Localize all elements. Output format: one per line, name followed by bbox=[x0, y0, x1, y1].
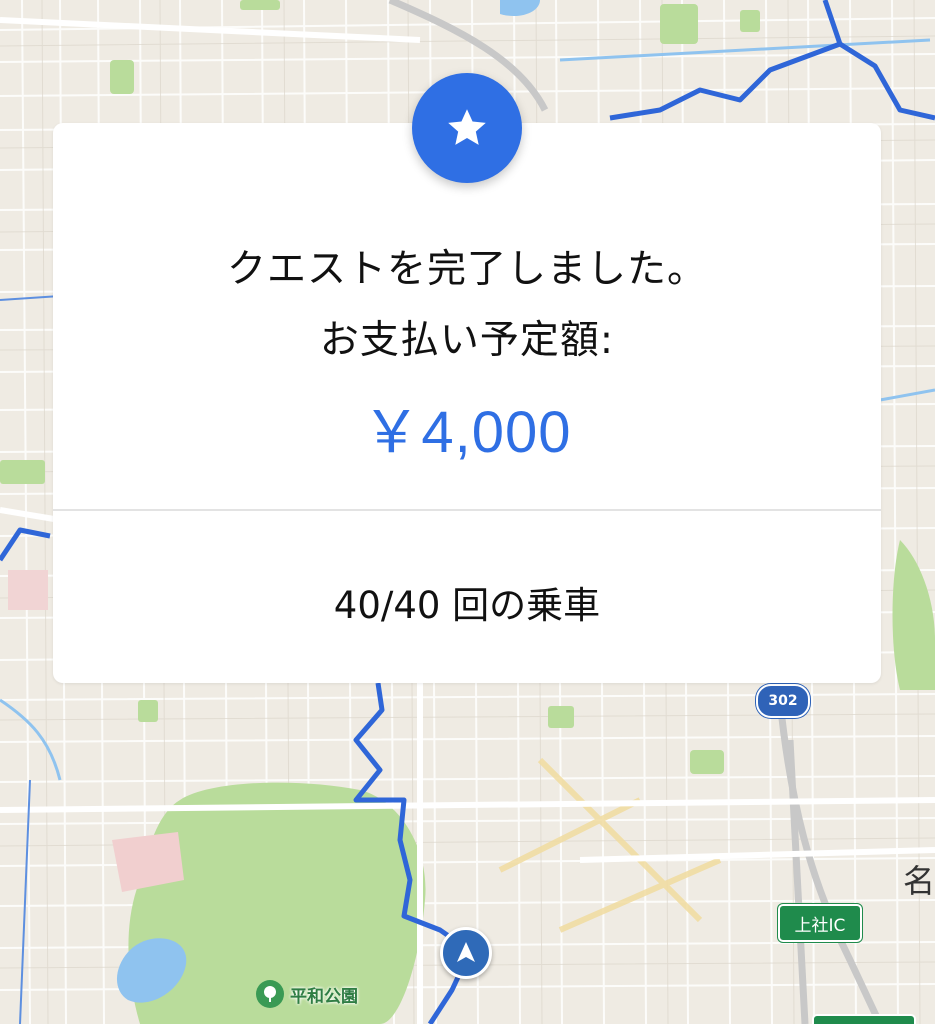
payment-amount: ￥4,000 bbox=[362, 400, 572, 465]
ride-count: 40/40 回の乗車 bbox=[333, 584, 601, 627]
interchange-sign: 上社IC bbox=[778, 904, 862, 942]
park-name: 平和公園 bbox=[290, 986, 358, 1007]
dialog-divider bbox=[53, 509, 881, 511]
navigation-arrow-icon bbox=[457, 942, 475, 962]
quest-badge bbox=[412, 73, 522, 183]
route-302-shield: 302 bbox=[756, 684, 810, 718]
dialog-title-line-2: お支払い予定額: bbox=[319, 318, 615, 363]
star-icon bbox=[448, 109, 486, 145]
tree-icon bbox=[256, 980, 284, 1008]
city-label: 名 bbox=[903, 862, 935, 900]
route-number: 302 bbox=[768, 693, 798, 709]
interchange-label: 上社IC bbox=[794, 915, 846, 936]
park-label[interactable]: 平和公園 bbox=[256, 980, 358, 1008]
screen: 302 上社IC 名 平和公園 クエストを完了しました。 お支払い予定額: ￥4… bbox=[0, 0, 935, 1024]
dialog-title-line-1: クエストを完了しました。 bbox=[226, 247, 707, 292]
current-location-marker[interactable] bbox=[440, 927, 492, 979]
quest-complete-dialog[interactable]: クエストを完了しました。 お支払い予定額: ￥4,000 40/40 回の乗車 bbox=[53, 123, 881, 683]
partial-road-sign bbox=[812, 1014, 916, 1024]
